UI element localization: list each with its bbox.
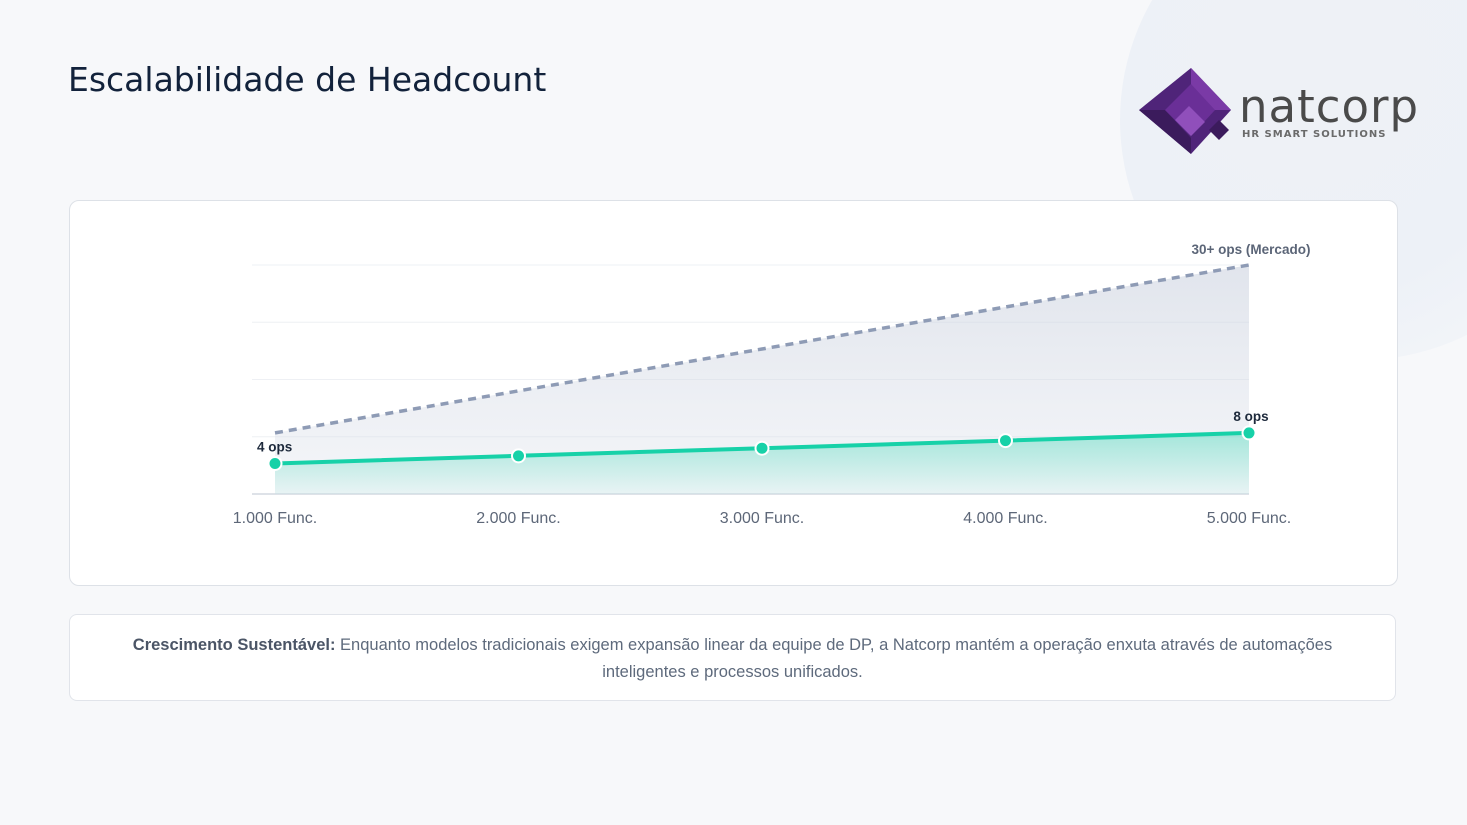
data-point-natcorp-2 [511, 448, 526, 464]
slide: Escalabilidade de Headcount natcorp HR S… [0, 0, 1467, 825]
data-point-natcorp-3 [754, 440, 770, 456]
logo-wordmark: natcorp [1239, 80, 1420, 133]
x-tick-label: 4.000 Func. [963, 510, 1048, 527]
logo-diamond-icon [1139, 68, 1231, 154]
page-title: Escalabilidade de Headcount [68, 60, 547, 99]
note-label: Crescimento Sustentável: [132, 636, 336, 654]
x-tick-label: 2.000 Func. [476, 510, 561, 527]
logo-tagline: HR SMART SOLUTIONS [1242, 129, 1387, 140]
data-label-market-5: 30+ ops (Mercado) [1192, 242, 1311, 257]
data-point-natcorp-1 [267, 455, 283, 471]
x-tick-label: 3.000 Func. [720, 510, 805, 527]
data-label-natcorp-1: 4 ops [257, 439, 292, 454]
data-point-natcorp-4 [998, 433, 1013, 449]
data-label-natcorp-5: 8 ops [1233, 409, 1268, 424]
x-tick-label: 5.000 Func. [1207, 510, 1292, 527]
data-point-natcorp-5 [1241, 425, 1257, 441]
chart-card: 1.000 Func. 2.000 Func. 3.000 Func. 4.000 F… [69, 200, 1398, 586]
note-card: Crescimento Sustentável: Enquanto modelo… [69, 614, 1396, 701]
headcount-chart: 1.000 Func. 2.000 Func. 3.000 Func. 4.000 F… [233, 242, 1311, 527]
note-text: Enquanto modelos tradicionais exigem exp… [340, 636, 1333, 681]
x-tick-label: 1.000 Func. [233, 510, 318, 527]
natcorp-logo: natcorp HR SMART SOLUTIONS [1135, 62, 1425, 172]
